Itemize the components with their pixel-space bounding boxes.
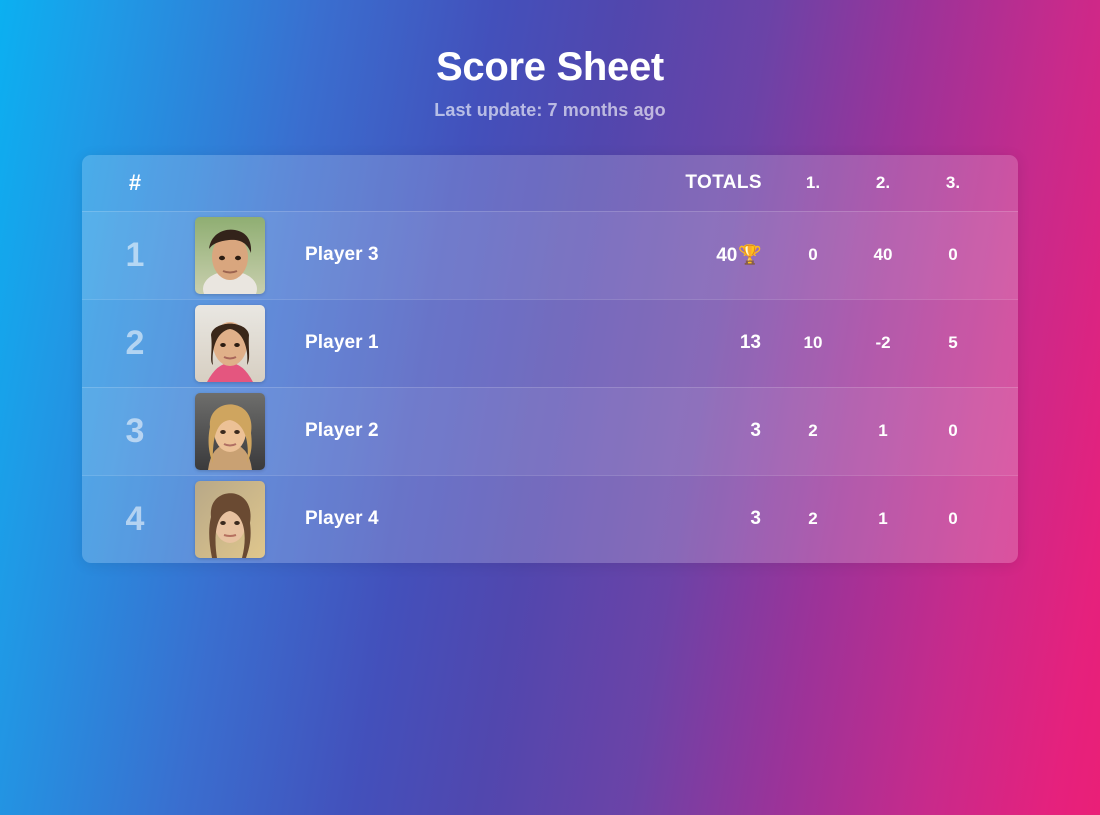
avatar-image-icon [195,480,265,558]
avatar-player-2 [195,392,265,470]
column-header-totals: TOTALS [685,172,762,193]
column-header-round-3: 3. [945,173,961,192]
score-sheet-page: Score Sheet Last update: 7 months ago # … [0,0,1100,815]
row-avatar-cell [188,392,296,470]
row-total: 13 [658,332,778,354]
table-row[interactable]: 3 Player 2 3 2 1 0 [82,387,1018,475]
avatar-player-3 [195,216,265,294]
column-header-round-2: 2. [875,173,891,192]
row-player-name: Player 3 [305,244,379,265]
row-total: 3 [658,508,778,530]
row-total-value: 3 [750,508,761,529]
row-total-value: 13 [739,332,761,353]
row-round-1: 2 [808,509,818,528]
row-round-1: 2 [808,421,818,440]
row-player-name: Player 2 [305,420,379,441]
table-header-row: # TOTALS 1. 2. 3. [82,155,1018,211]
row-round-3: 0 [948,509,958,528]
row-avatar-cell [188,304,296,382]
row-avatar-cell [188,216,296,294]
avatar-image-icon [195,216,265,294]
row-rank: 4 [125,500,145,538]
row-total-value: 3 [750,420,761,441]
table-row[interactable]: 4 Player 4 3 2 1 0 [82,475,1018,563]
row-rank: 2 [125,324,145,362]
page-header: Score Sheet Last update: 7 months ago [0,0,1100,121]
column-header-round-1: 1. [805,173,821,192]
row-player-name: Player 1 [305,332,379,353]
row-player-name: Player 4 [305,508,379,529]
row-round-2: 1 [878,509,888,528]
trophy-icon: 🏆 [738,245,762,266]
row-round-1: 10 [803,333,823,352]
row-total-value: 40 [716,245,738,266]
row-rank: 3 [125,412,145,450]
score-table: # TOTALS 1. 2. 3. 1 Player 3 40🏆 0 40 0 … [82,155,1018,563]
row-round-2: 1 [878,421,888,440]
row-avatar-cell [188,480,296,558]
avatar-player-4 [195,480,265,558]
row-round-3: 0 [948,245,958,264]
avatar-player-1 [195,304,265,382]
page-title: Score Sheet [436,45,664,89]
row-round-2: -2 [875,333,891,352]
row-round-2: 40 [873,245,893,264]
avatar-image-icon [195,392,265,470]
last-update-text: Last update: 7 months ago [434,100,666,120]
avatar-image-icon [195,304,265,382]
row-rank: 1 [125,236,145,274]
table-row[interactable]: 1 Player 3 40🏆 0 40 0 [82,211,1018,299]
row-total: 3 [658,420,778,442]
row-round-3: 5 [948,333,958,352]
table-row[interactable]: 2 Player 1 13 10 -2 5 [82,299,1018,387]
column-header-rank: # [128,170,142,195]
row-total: 40🏆 [658,243,778,267]
row-round-1: 0 [808,245,818,264]
row-round-3: 0 [948,421,958,440]
